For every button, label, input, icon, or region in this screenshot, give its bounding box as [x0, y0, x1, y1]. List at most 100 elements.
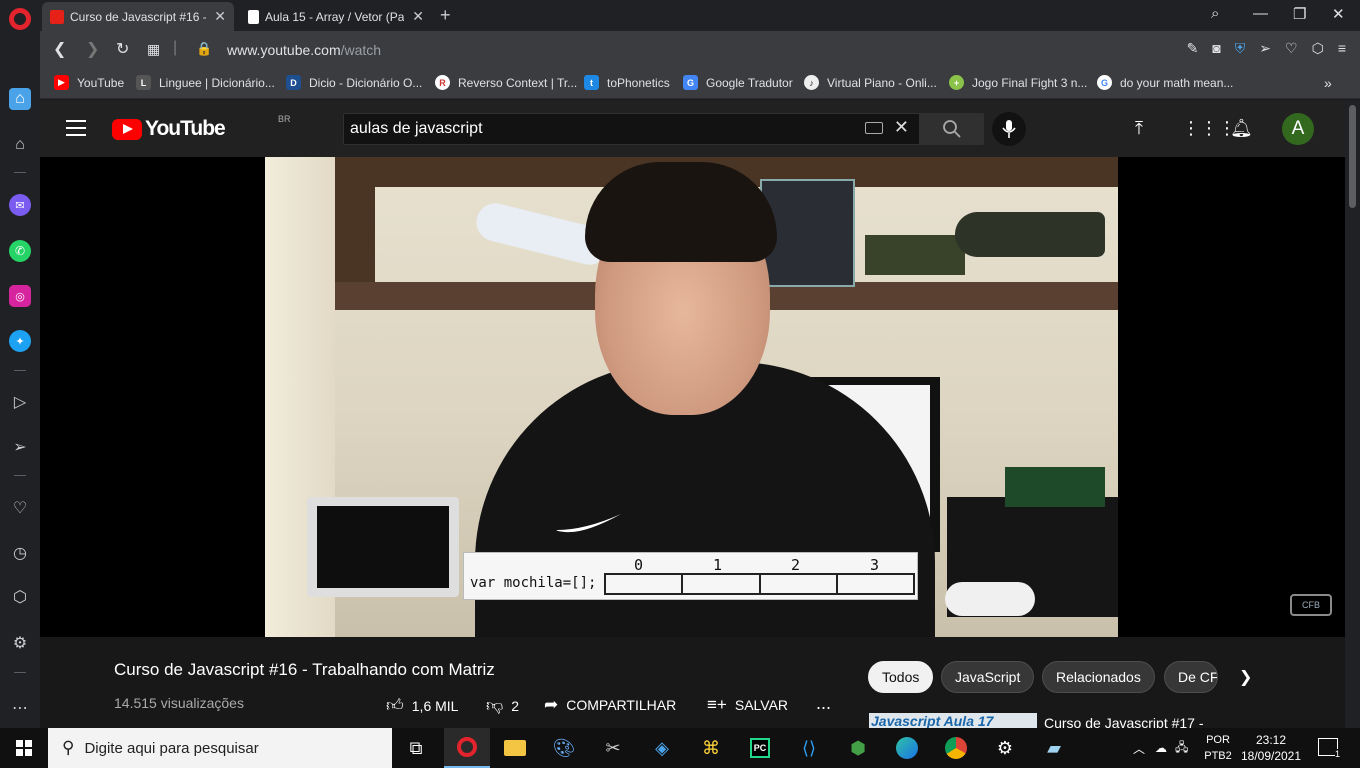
- opera-logo-icon[interactable]: [9, 8, 31, 30]
- easy-setup-icon[interactable]: ≡: [1338, 40, 1346, 57]
- apps-grid-icon[interactable]: ⋮⋮⋮: [1182, 118, 1236, 139]
- youtube-logo[interactable]: YouTube BR: [112, 114, 291, 141]
- view-count: 14.515 visualizações: [114, 695, 244, 711]
- opera-taskbar-icon[interactable]: [444, 728, 490, 768]
- video-frame[interactable]: 0 1 2 3 var mochila=[];: [265, 157, 1118, 637]
- save-button[interactable]: ≡+ SALVAR: [707, 695, 788, 715]
- url-field[interactable]: www.youtube.com/watch: [227, 42, 381, 58]
- windows-start-icon[interactable]: [16, 740, 32, 756]
- menu-icon[interactable]: [66, 120, 86, 136]
- extensions-cube-icon[interactable]: ⬡: [1312, 40, 1324, 57]
- voice-search-button[interactable]: [992, 112, 1026, 146]
- nodejs-icon[interactable]: ⬢: [835, 728, 881, 768]
- history-icon[interactable]: ◷: [9, 542, 31, 564]
- chip-de-cf[interactable]: De CF: [1164, 661, 1218, 693]
- back-button[interactable]: ❮: [53, 39, 66, 59]
- tab-inactive[interactable]: Aula 15 - Array / Vetor (Par ✕: [240, 2, 432, 31]
- clear-search-icon[interactable]: ✕: [894, 117, 909, 138]
- messenger-icon[interactable]: ✉: [9, 194, 31, 216]
- sidebar-divider: [14, 370, 26, 371]
- close-tab-icon[interactable]: ✕: [214, 8, 226, 25]
- search-button[interactable]: [920, 113, 984, 145]
- vpn-shield-icon[interactable]: ⛨: [1235, 40, 1246, 57]
- close-window-button[interactable]: ✕: [1332, 5, 1345, 23]
- more-icon[interactable]: ⋯: [9, 697, 31, 719]
- bookmark-do-your-math[interactable]: Gdo your math mean...: [1097, 75, 1233, 90]
- network-app-icon[interactable]: ◈: [639, 728, 685, 768]
- cube-icon[interactable]: ⬡: [9, 586, 31, 608]
- dislike-button[interactable]: 👎︎ 2: [486, 695, 519, 716]
- video-player[interactable]: 0 1 2 3 var mochila=[]; CFB: [40, 157, 1345, 637]
- upload-icon[interactable]: ⤒: [1135, 118, 1143, 139]
- task-view-icon[interactable]: ⧉: [393, 728, 439, 768]
- chip-javascript[interactable]: JavaScript: [941, 661, 1035, 693]
- bookmark-virtual-piano[interactable]: ♪ Virtual Piano - Onli...: [804, 75, 937, 90]
- network-icon[interactable]: 🖧︎: [1175, 738, 1188, 759]
- chrome-icon[interactable]: [933, 728, 979, 768]
- speed-dial-icon[interactable]: ⌂: [9, 134, 31, 156]
- bookmark-reverso[interactable]: R Reverso Context | Tr...: [435, 75, 577, 90]
- channel-watermark-icon[interactable]: CFB: [1290, 594, 1332, 616]
- search-box: ✕: [343, 113, 920, 145]
- paint-icon[interactable]: 🎨︎: [541, 728, 587, 768]
- python-icon[interactable]: ⌘: [688, 728, 734, 768]
- player-icon[interactable]: ▷: [9, 391, 31, 413]
- onedrive-cloud-icon[interactable]: ☁: [1155, 741, 1167, 755]
- file-explorer-icon[interactable]: [492, 728, 538, 768]
- snipping-tool-icon[interactable]: ✂: [590, 728, 636, 768]
- twitter-icon[interactable]: ✦: [9, 330, 31, 352]
- bookmark-heart-icon[interactable]: ♡: [1285, 40, 1298, 57]
- language-indicator[interactable]: POR PTB2: [1202, 732, 1234, 764]
- bookmarks-overflow-icon[interactable]: »: [1324, 75, 1332, 91]
- scrollbar-thumb[interactable]: [1349, 105, 1356, 208]
- chip-relacionados[interactable]: Relacionados: [1042, 661, 1155, 693]
- bookmark-linguee[interactable]: L Linguee | Dicionário...: [136, 75, 275, 90]
- chevron-right-icon[interactable]: ❯: [1239, 667, 1252, 687]
- chip-todos[interactable]: Todos: [868, 661, 934, 693]
- heart-icon[interactable]: ♡: [9, 497, 31, 519]
- avatar[interactable]: A: [1282, 113, 1314, 145]
- more-actions-button[interactable]: ...: [816, 693, 831, 714]
- show-hidden-icons-icon[interactable]: ︿: [1133, 740, 1145, 757]
- notepad-icon[interactable]: ▰: [1031, 728, 1077, 768]
- like-button[interactable]: 👍︎ 1,6 MIL: [386, 695, 458, 716]
- recommendation-thumbnail[interactable]: Javascript Aula 17: [869, 713, 1037, 728]
- whatsapp-icon[interactable]: ✆: [9, 240, 31, 262]
- tab-search-icon[interactable]: ⌕: [1211, 5, 1219, 22]
- lock-icon[interactable]: 🔒: [196, 41, 212, 57]
- instagram-icon[interactable]: ◎: [9, 285, 31, 307]
- settings-icon[interactable]: ⚙: [9, 632, 31, 654]
- settings-gear-icon[interactable]: ⚙: [982, 728, 1028, 768]
- minimize-button[interactable]: —: [1253, 5, 1268, 22]
- home-icon[interactable]: ⌂: [9, 88, 31, 110]
- forward-button[interactable]: ❯: [86, 39, 99, 59]
- address-bar-row: ❮ ❯ ↻ ▦ | 🔒 www.youtube.com/watch ✎ ◙ ⛨ …: [40, 31, 1360, 69]
- action-center-icon[interactable]: 1: [1318, 738, 1340, 759]
- share-button[interactable]: ➦ COMPARTILHAR: [544, 695, 676, 715]
- page-scrollbar[interactable]: [1345, 100, 1360, 728]
- taskbar-search[interactable]: ⚲ Digite aqui para pesquisar: [48, 728, 392, 768]
- send-icon[interactable]: ➢: [9, 436, 31, 458]
- bookmark-dicio[interactable]: D Dicio - Dicionário O...: [286, 75, 422, 90]
- taskbar-clock[interactable]: 23:12 18/09/2021: [1238, 732, 1304, 764]
- tab-active[interactable]: Curso de Javascript #16 - Tr ✕: [42, 2, 234, 31]
- reload-button[interactable]: ↻: [116, 39, 129, 59]
- edge-icon[interactable]: [884, 728, 930, 768]
- bookmark-google-tradutor[interactable]: G Google Tradutor: [683, 75, 793, 90]
- person-hair: [585, 162, 777, 262]
- close-tab-icon[interactable]: ✕: [412, 8, 424, 25]
- snapshot-icon[interactable]: ◙: [1212, 40, 1220, 57]
- share-page-icon[interactable]: ✎: [1187, 40, 1199, 57]
- pycharm-icon[interactable]: PC: [737, 728, 783, 768]
- bookmark-tophonetics[interactable]: t toPhonetics: [584, 75, 670, 90]
- keyboard-icon[interactable]: [865, 122, 883, 134]
- restore-button[interactable]: ❐: [1293, 5, 1306, 23]
- send-to-icon[interactable]: ➢: [1259, 40, 1271, 57]
- notifications-bell-icon[interactable]: 🔔︎: [1230, 118, 1253, 139]
- new-tab-button[interactable]: +: [440, 5, 451, 26]
- tabs-grid-icon[interactable]: ▦: [147, 41, 160, 58]
- bookmark-youtube[interactable]: ▶ YouTube: [54, 75, 124, 90]
- vscode-icon[interactable]: ⟨⟩: [786, 728, 832, 768]
- bookmark-final-fight[interactable]: + Jogo Final Fight 3 n...: [949, 75, 1087, 90]
- search-input[interactable]: [344, 114, 844, 144]
